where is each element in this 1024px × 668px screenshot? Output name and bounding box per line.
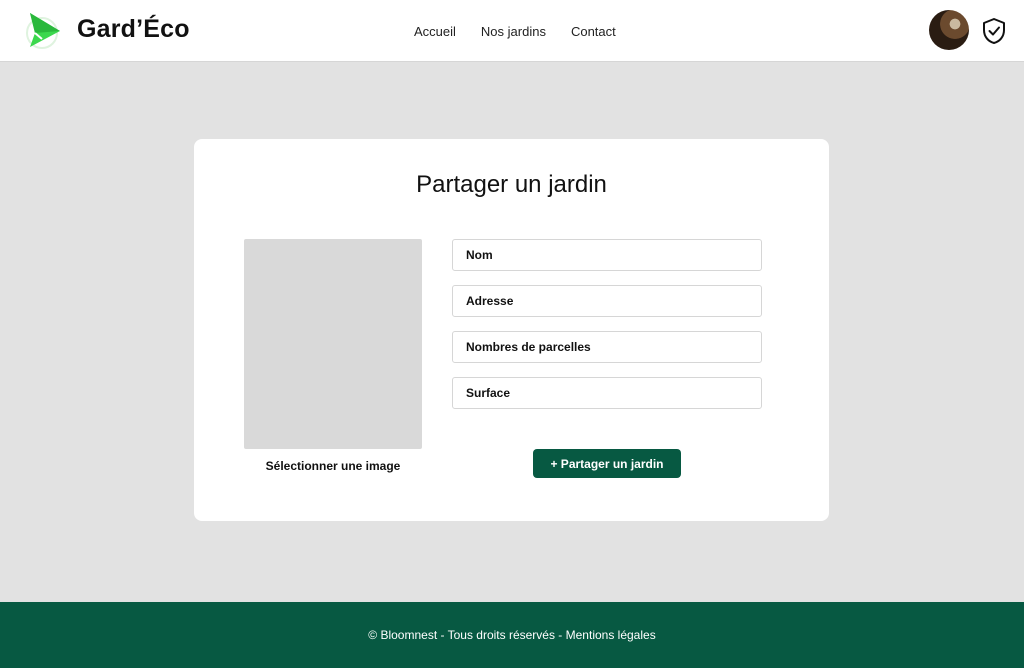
surface-field (452, 377, 762, 409)
nav-item-accueil[interactable]: Accueil (414, 24, 456, 40)
share-garden-card: Partager un jardin Sélectionner une imag… (194, 139, 829, 521)
plots-field (452, 331, 762, 363)
avatar[interactable] (929, 10, 969, 50)
main-content: Partager un jardin Sélectionner une imag… (0, 62, 1024, 602)
share-garden-button[interactable]: + Partager un jardin (533, 449, 681, 478)
select-image-label[interactable]: Sélectionner une image (244, 459, 422, 473)
image-upload-area[interactable] (244, 239, 422, 449)
main-nav: Accueil Nos jardins Contact (414, 24, 616, 40)
name-field (452, 239, 762, 271)
page-title: Partager un jardin (416, 171, 607, 198)
site-footer: © Bloomnest - Tous droits réservés - Men… (0, 602, 1024, 668)
nav-item-contact[interactable]: Contact (571, 24, 616, 40)
brand-name[interactable]: Gard’Éco (77, 15, 190, 44)
shield-check-icon[interactable] (981, 17, 1007, 45)
surface-input[interactable] (453, 378, 761, 408)
address-field (452, 285, 762, 317)
site-header: Gard’Éco Accueil Nos jardins Contact (0, 0, 1024, 62)
logo-icon[interactable] (24, 11, 64, 51)
nav-item-nos-jardins[interactable]: Nos jardins (481, 24, 546, 40)
name-input[interactable] (453, 240, 761, 270)
plots-count-input[interactable] (453, 332, 761, 362)
address-input[interactable] (453, 286, 761, 316)
footer-text: © Bloomnest - Tous droits réservés - Men… (368, 628, 656, 642)
